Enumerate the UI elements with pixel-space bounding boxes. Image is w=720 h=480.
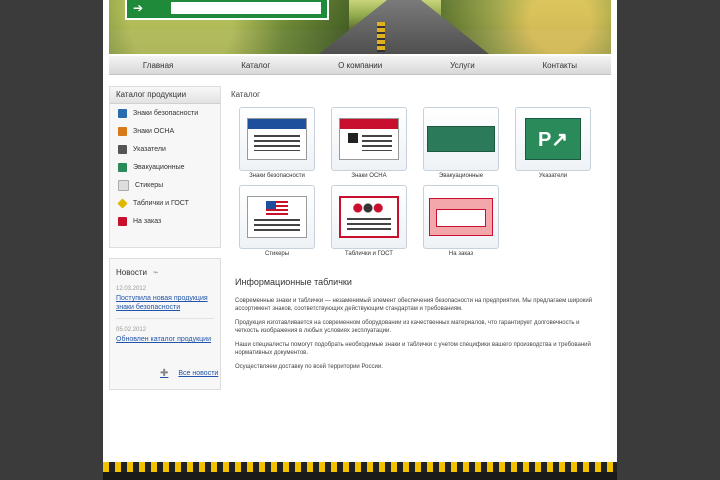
main-nav: Главная Каталог О компании Услуги Контак…	[109, 56, 611, 75]
article-paragraph: Продукция изготавливается на современном…	[235, 320, 580, 334]
exit-arrow-icon: ➔	[133, 1, 144, 15]
news-date: 12.03.2012	[116, 286, 147, 292]
flag-sign-icon	[247, 196, 307, 238]
product-thumb[interactable]	[239, 185, 315, 249]
product-thumb[interactable]	[423, 107, 499, 171]
product-thumb[interactable]	[331, 185, 407, 249]
product-card[interactable]: P↗ Указатели	[507, 107, 599, 179]
header-banner: ➔	[109, 0, 611, 54]
product-thumb[interactable]	[423, 185, 499, 249]
logo-sign[interactable]: ➔	[125, 0, 329, 20]
blue-square-icon	[118, 108, 127, 118]
sidebar-item-label: Таблички и ГОСТ	[133, 199, 189, 207]
nav-item-contacts[interactable]: Контакты	[543, 61, 578, 70]
page-title: Каталог	[231, 90, 261, 99]
product-grid: Знаки безопасности Знаки ОСНА Эвакуацион…	[231, 107, 611, 263]
green-plate-icon	[427, 126, 495, 152]
sidebar-item-label: Стикеры	[135, 181, 164, 189]
product-card[interactable]: Стикеры	[231, 185, 323, 257]
main-content: Каталог Знаки безопасности Знаки ОСНА Эв…	[231, 86, 611, 377]
product-card[interactable]: Знаки ОСНА	[323, 107, 415, 179]
product-label[interactable]: Указатели	[507, 173, 599, 179]
nav-item-catalog[interactable]: Каталог	[241, 61, 270, 70]
sidebar-item-label: Эвакуационные	[133, 163, 185, 171]
catalog-panel: Каталог продукции Знаки безопасности Зна…	[109, 86, 221, 248]
footer	[103, 472, 617, 480]
nav-item-services[interactable]: Услуги	[450, 61, 475, 70]
page: ➔ Главная Каталог О компании Услуги Конт…	[103, 0, 617, 480]
pictogram-icon	[118, 144, 127, 154]
logo-plate	[171, 2, 321, 14]
news-link[interactable]: Поступила новая продукция знаки безопасн…	[110, 294, 220, 314]
product-label[interactable]: Эвакуационные	[415, 173, 507, 179]
sidebar-item-pointers[interactable]: Указатели	[110, 140, 220, 158]
notice-sign-icon	[247, 118, 307, 160]
catalog-panel-title: Каталог продукции	[110, 87, 220, 104]
footer-hazard-stripe	[103, 462, 617, 472]
sidebar-item-gost-plates[interactable]: Таблички и ГОСТ	[110, 194, 220, 212]
article-paragraph: Осуществляем доставку по всей территории…	[235, 364, 383, 370]
parking-sign-icon: P↗	[525, 118, 581, 160]
red-square-icon	[118, 216, 127, 226]
all-news-label: Все новости	[178, 370, 219, 377]
sidebar-item-label: Знаки ОСНА	[133, 127, 175, 135]
custom-sign-icon	[429, 198, 493, 236]
product-card[interactable]: Эвакуационные	[415, 107, 507, 179]
prohibition-sign-icon	[339, 196, 399, 238]
news-panel-title: Новости	[116, 268, 147, 277]
article-paragraph: Наши специалисты помогут подобрать необх…	[235, 342, 591, 356]
article-title: Информационные таблички	[235, 277, 352, 287]
sidebar-item-safety-signs[interactable]: Знаки безопасности	[110, 104, 220, 122]
all-news-link[interactable]: ✚ Все новости	[160, 368, 218, 379]
orange-square-icon	[118, 126, 127, 136]
sidebar-item-stickers[interactable]: Стикеры	[110, 176, 220, 194]
divider	[116, 318, 214, 319]
news-panel-header: Новости ⌁	[110, 259, 220, 282]
product-thumb[interactable]	[331, 107, 407, 171]
product-label[interactable]: Знаки ОСНА	[323, 173, 415, 179]
banner-road-posts	[377, 22, 385, 52]
product-label[interactable]: На заказ	[415, 251, 507, 257]
product-thumb[interactable]	[239, 107, 315, 171]
nav-item-home[interactable]: Главная	[143, 61, 173, 70]
news-date: 05.02.2012	[116, 327, 147, 333]
sidebar-item-label: Указатели	[133, 145, 166, 153]
archive-icon: ✚	[160, 368, 169, 379]
product-card[interactable]: На заказ	[415, 185, 507, 257]
yellow-diamond-icon	[117, 197, 128, 209]
rss-icon[interactable]: ⌁	[153, 267, 158, 278]
danger-sign-icon	[339, 118, 399, 160]
sidebar-item-label: На заказ	[133, 217, 162, 225]
sidebar-item-evacuation[interactable]: Эвакуационные	[110, 158, 220, 176]
product-thumb[interactable]: P↗	[515, 107, 591, 171]
article-paragraph: Современные знаки и таблички — незаменим…	[235, 298, 593, 312]
green-square-icon	[118, 162, 127, 172]
sidebar-item-custom[interactable]: На заказ	[110, 212, 220, 230]
product-card[interactable]: Знаки безопасности	[231, 107, 323, 179]
nav-item-about[interactable]: О компании	[338, 61, 382, 70]
product-label[interactable]: Таблички и ГОСТ	[323, 251, 415, 257]
sidebar-item-osha-signs[interactable]: Знаки ОСНА	[110, 122, 220, 140]
product-card[interactable]: Таблички и ГОСТ	[323, 185, 415, 257]
news-panel: Новости ⌁ 12.03.2012 Поступила новая про…	[109, 258, 221, 390]
sidebar-item-label: Знаки безопасности	[133, 109, 199, 117]
white-square-icon	[118, 179, 129, 191]
sidebar: Каталог продукции Знаки безопасности Зна…	[109, 86, 221, 400]
product-label[interactable]: Знаки безопасности	[231, 173, 323, 179]
news-link[interactable]: Обновлен каталог продукции	[110, 335, 220, 346]
product-label[interactable]: Стикеры	[231, 251, 323, 257]
